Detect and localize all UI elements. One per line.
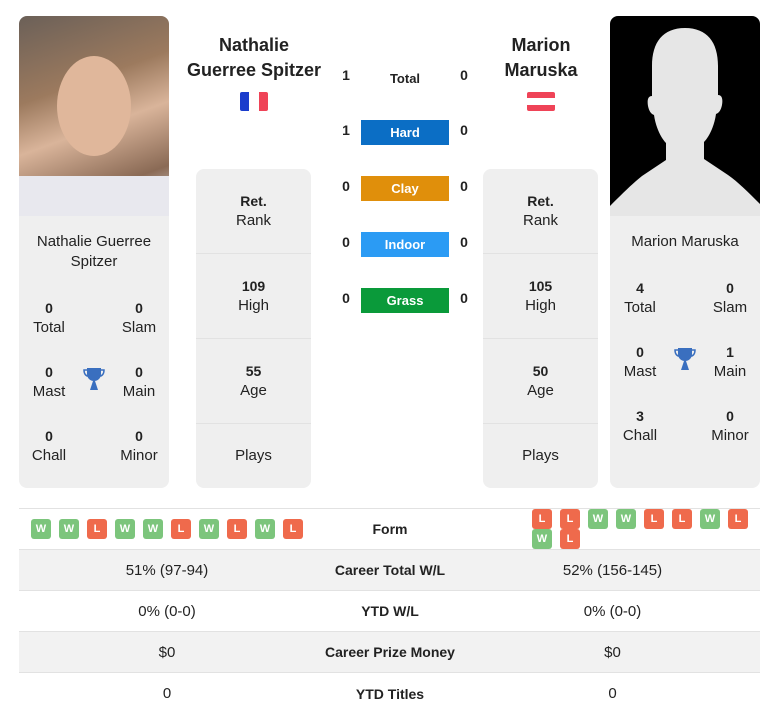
form-badge-win[interactable]: W — [588, 509, 608, 529]
form-label: Form — [372, 521, 408, 537]
form-badge-loss[interactable]: L — [87, 519, 107, 539]
prize-money-row: $0 Career Prize Money $0 — [19, 632, 760, 673]
player2-career-wl: 52% (156-145) — [562, 561, 663, 579]
player1-main-titles: 0 Main — [122, 364, 156, 400]
form-badge-win[interactable]: W — [199, 519, 219, 539]
player2-titles-card: Marion Maruska 4 Total 0 Slam 0 Mast 1 Main … — [610, 216, 760, 488]
form-badge-win[interactable]: W — [532, 529, 552, 549]
player1-rank: Ret. Rank — [196, 169, 311, 254]
form-badge-loss[interactable]: L — [644, 509, 664, 529]
ytd-wl-label: YTD W/L — [361, 603, 419, 619]
ytd-titles-label: YTD Titles — [355, 685, 425, 702]
player1-chall-titles: 0 Chall — [31, 428, 67, 464]
player1-ytd-wl: 0% (0-0) — [138, 602, 196, 620]
player2-age: 50 Age — [483, 339, 598, 424]
form-badge-win[interactable]: W — [700, 509, 720, 529]
form-badge-loss[interactable]: L — [672, 509, 692, 529]
player2-rank: Ret. Rank — [483, 169, 598, 254]
form-badge-win[interactable]: W — [59, 519, 79, 539]
player1-photo — [19, 16, 169, 216]
player2-ytd-wl: 0% (0-0) — [583, 602, 642, 620]
player1-name[interactable]: Nathalie Guerree Spitzer — [180, 33, 328, 83]
player2-total-titles: 4 Total — [624, 280, 656, 316]
player2-minor-titles: 0 Minor — [711, 408, 749, 444]
form-badge-loss[interactable]: L — [227, 519, 247, 539]
form-badge-win[interactable]: W — [115, 519, 135, 539]
h2h-p2-grass: 0 — [460, 290, 468, 306]
h2h-p1-indoor: 0 — [342, 234, 350, 250]
player1-slam-titles: 0 Slam — [121, 300, 157, 336]
career-wl-label: Career Total W/L — [334, 562, 446, 578]
form-badge-loss[interactable]: L — [283, 519, 303, 539]
player2-info-card: Ret. Rank 105 High 50 Age Plays — [483, 169, 598, 488]
player1-ytd-titles: 0 — [162, 685, 172, 702]
player2-slam-titles: 0 Slam — [712, 280, 748, 316]
player2-photo — [610, 16, 760, 216]
h2h-p1-hard: 1 — [342, 122, 350, 138]
h2h-total-button: Total — [389, 71, 421, 86]
h2h-indoor-button[interactable]: Indoor — [361, 232, 449, 257]
h2h-grass-button[interactable]: Grass — [361, 288, 449, 313]
h2h-p2-clay: 0 — [460, 178, 468, 194]
trophy-icon — [673, 346, 697, 377]
prize-money-label: Career Prize Money — [325, 644, 455, 660]
player1-total-titles: 0 Total — [33, 300, 65, 336]
form-badge-loss[interactable]: L — [532, 509, 552, 529]
player2-main-titles: 1 Main — [713, 344, 747, 380]
ytd-wl-row: 0% (0-0) YTD W/L 0% (0-0) — [19, 591, 760, 632]
form-badge-win[interactable]: W — [255, 519, 275, 539]
form-badge-win[interactable]: W — [616, 509, 636, 529]
h2h-p1-grass: 0 — [342, 290, 350, 306]
player1-mast-titles: 0 Mast — [32, 364, 66, 400]
player2-plays: Plays — [522, 447, 559, 464]
player2-form: L L W W L L W LW L — [465, 509, 760, 549]
player2-prize-money: $0 — [604, 643, 621, 661]
form-badge-loss[interactable]: L — [560, 529, 580, 549]
h2h-p2-hard: 0 — [460, 122, 468, 138]
player2-ytd-titles: 0 — [608, 685, 617, 702]
form-row: WWLWWLWLWL Form L L W W L L W LW L — [19, 509, 760, 550]
form-badge-loss[interactable]: L — [171, 519, 191, 539]
h2h-clay-button[interactable]: Clay — [361, 176, 449, 201]
player1-card-name: Nathalie Guerree Spitzer — [36, 233, 152, 270]
player1-high: 109 High — [196, 254, 311, 339]
player2-name[interactable]: Marion Maruska — [468, 33, 614, 83]
form-badge-win[interactable]: W — [143, 519, 163, 539]
h2h-p1-clay: 0 — [342, 178, 350, 194]
player2-mast-titles: 0 Mast — [623, 344, 657, 380]
player1-form: WWLWWLWLWL — [19, 519, 315, 539]
h2h-hard-button[interactable]: Hard — [361, 120, 449, 145]
player1-career-wl: 51% (97-94) — [125, 561, 209, 579]
player1-titles-card: Nathalie Guerree Spitzer 0 Total 0 Slam 0M… — [19, 216, 169, 488]
h2h-p1-total: 1 — [342, 67, 350, 83]
austria-flag-icon — [527, 92, 555, 111]
player1-age: 55 Age — [196, 339, 311, 424]
player2-high: 105 High — [483, 254, 598, 339]
trophy-icon — [82, 366, 106, 397]
ytd-titles-row: 0 YTD Titles 0 — [19, 673, 760, 714]
form-badge-win[interactable]: W — [31, 519, 51, 539]
player1-info-card: Ret. Rank 109 High 55 Age Plays — [196, 169, 311, 488]
player2-chall-titles: 3 Chall — [622, 408, 658, 444]
career-wl-row: 51% (97-94) Career Total W/L 52% (156-14… — [19, 550, 760, 591]
h2h-p2-indoor: 0 — [460, 234, 468, 250]
player1-prize-money: $0 — [158, 643, 176, 661]
france-flag-icon — [240, 92, 268, 111]
player1-minor-titles: 0 Minor — [120, 428, 158, 464]
player2-card-name: Marion Maruska — [631, 233, 739, 250]
player1-plays: Plays — [235, 447, 272, 464]
form-badge-loss[interactable]: L — [560, 509, 580, 529]
form-badge-loss[interactable]: L — [728, 509, 748, 529]
